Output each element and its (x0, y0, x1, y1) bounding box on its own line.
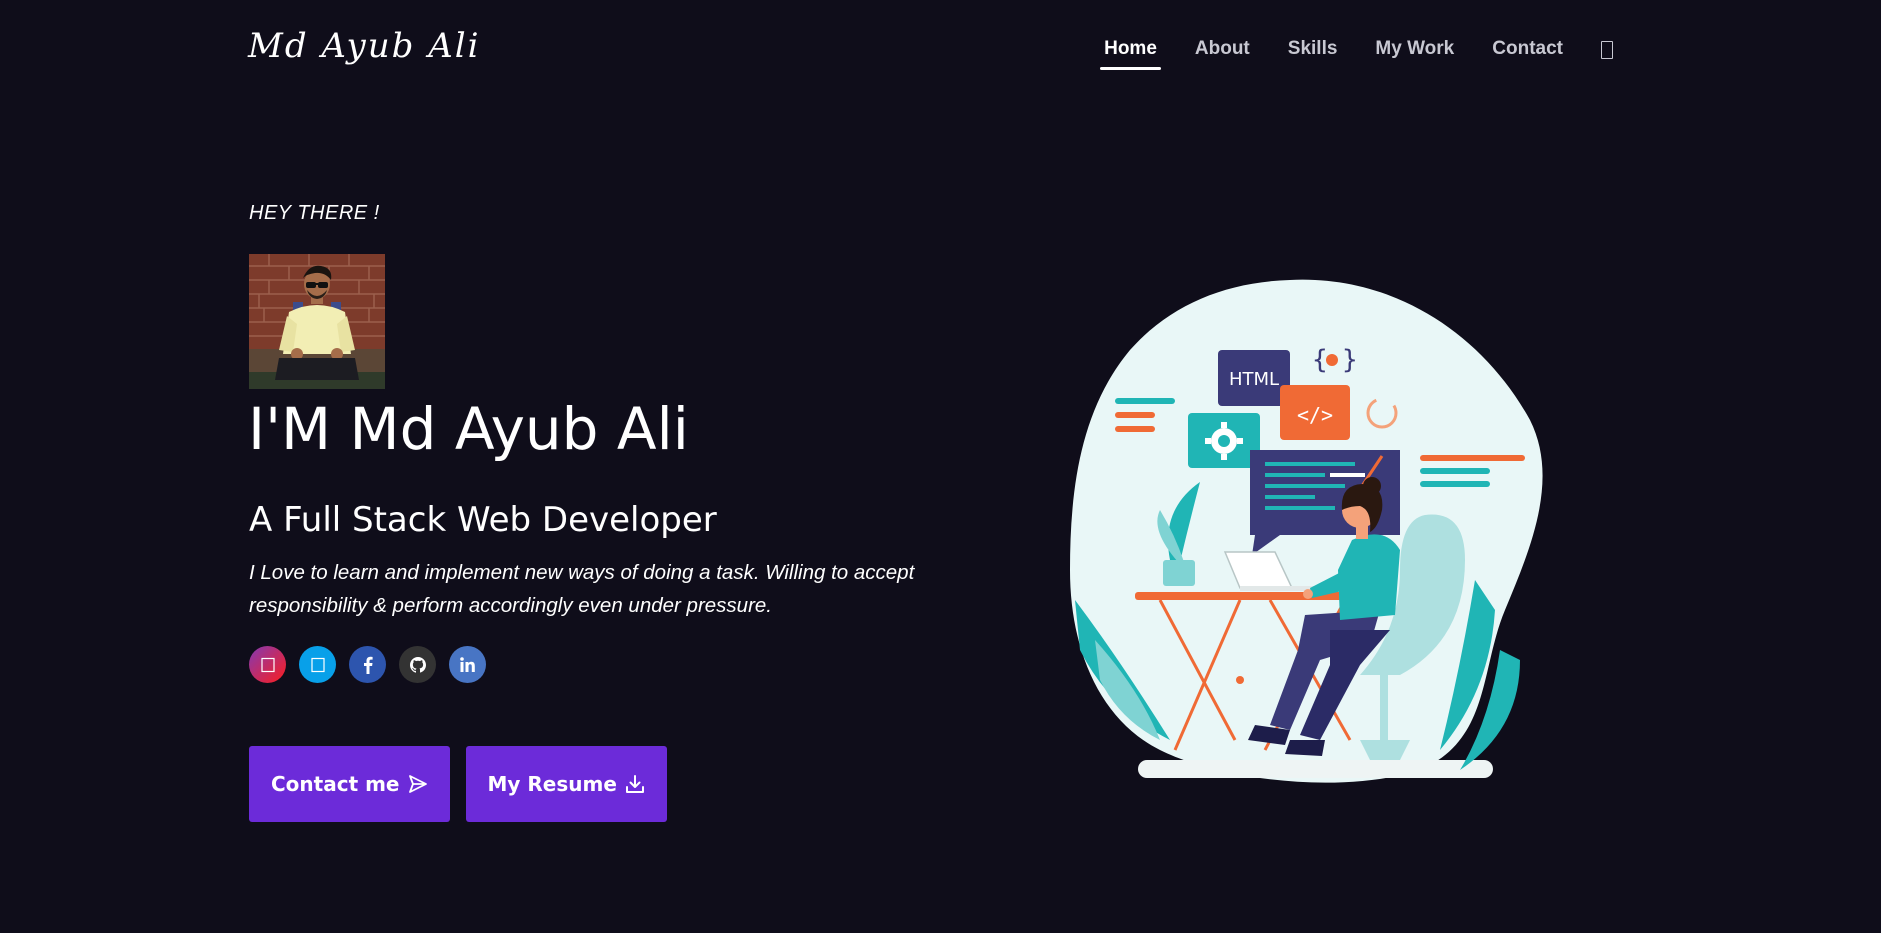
nav-item-home[interactable]: Home (1100, 38, 1161, 70)
portfolio-page: Md Ayub Ali Home About Skills My Work Co… (0, 0, 1881, 933)
nav-item-contact[interactable]: Contact (1492, 38, 1563, 68)
theme-toggle-icon[interactable] (1601, 41, 1613, 59)
hero-buttons: Contact me My Resume (249, 746, 667, 822)
developer-illustration: HTML { } </> (1060, 270, 1570, 790)
hero-greeting: HEY THERE ! (249, 202, 380, 224)
avatar (249, 254, 385, 389)
hero-subheadline: A Full Stack Web Developer (249, 500, 717, 540)
github-icon[interactable] (399, 646, 436, 683)
nav-item-about[interactable]: About (1195, 38, 1250, 68)
facebook-icon[interactable] (349, 646, 386, 683)
hero-description: I Love to learn and implement new ways o… (249, 561, 915, 617)
twitter-icon[interactable] (299, 646, 336, 683)
nav-item-my-work[interactable]: My Work (1375, 38, 1454, 68)
my-resume-button[interactable]: My Resume (465, 746, 667, 822)
main-nav: Home About Skills My Work Contact (1100, 38, 1613, 70)
contact-me-button[interactable]: Contact me (249, 746, 450, 822)
navbar: Md Ayub Ali Home About Skills My Work Co… (0, 0, 1881, 100)
hero-headline: I'M Md Ayub Ali (248, 395, 689, 463)
download-icon (625, 774, 645, 794)
svg-text:</>: </> (1297, 403, 1333, 427)
my-resume-label: My Resume (487, 772, 617, 796)
instagram-icon[interactable] (249, 646, 286, 683)
send-icon (408, 774, 428, 794)
svg-text:}: } (1342, 345, 1358, 375)
contact-me-label: Contact me (271, 772, 400, 796)
html-label: HTML (1229, 369, 1279, 390)
social-links (249, 646, 486, 683)
svg-text:{: { (1312, 345, 1328, 375)
linkedin-icon[interactable] (449, 646, 486, 683)
site-logo[interactable]: Md Ayub Ali (248, 26, 481, 66)
nav-item-skills[interactable]: Skills (1288, 38, 1338, 68)
